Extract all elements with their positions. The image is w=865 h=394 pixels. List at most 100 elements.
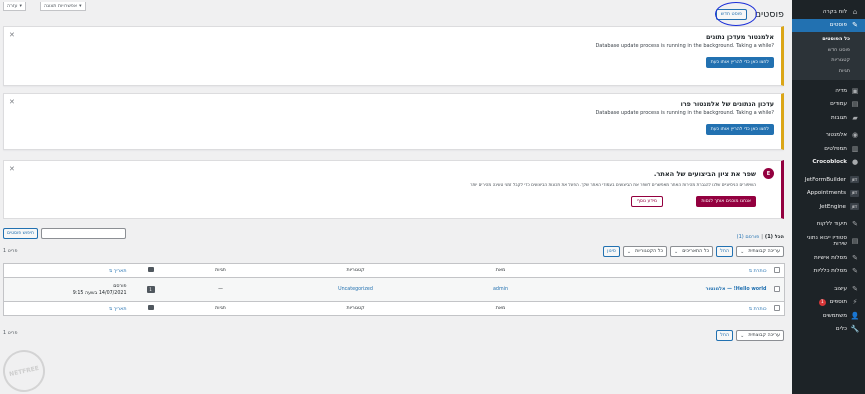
sort-icon: ⇅ (748, 267, 753, 273)
posts-submenu: כל הפוסטים פוסט חדש קטגוריות תגיות (792, 32, 865, 80)
filter-button[interactable]: סינון (603, 246, 620, 257)
column-comments-footer[interactable] (131, 302, 171, 316)
screen-options-button[interactable]: אפשרויות תצוגה ▾ (40, 2, 86, 11)
column-author-footer: מאת (495, 306, 506, 311)
sidebar-item-general[interactable]: ✎ מסלות כלליות (792, 265, 865, 279)
chevron-down-icon: ⌄ (740, 332, 745, 339)
pushpin-icon: ✎ (852, 21, 858, 30)
netfree-watermark: NETFREE (0, 346, 49, 394)
sidebar-item-posts[interactable]: ✎ פוסטים (792, 18, 865, 32)
filter-separator: | (761, 234, 763, 240)
sidebar-item-crocoblock[interactable]: ● Crocoblock (792, 156, 865, 170)
sidebar-item-label: מדיה (835, 87, 847, 94)
sidebar-item-plugins[interactable]: ⚡ תוספים 1 (792, 296, 865, 310)
page-title: פוסטים (754, 9, 784, 20)
run-update-button[interactable]: לחצו כאן כדי להריץ אותו כעת (705, 57, 774, 68)
notice-text: השיפורים הניסיוניים שלנו להגברת מהירות ה… (470, 182, 756, 187)
submenu-tags[interactable]: תגיות (792, 66, 865, 77)
elementor-icon: ◉ (851, 131, 859, 140)
general-icon: ✎ (852, 267, 858, 276)
post-title-cell: Hello world! — אלמנטור (561, 278, 771, 302)
sidebar-item-media[interactable]: ▣ מדיה (792, 84, 865, 98)
users-icon: 👤 (850, 311, 860, 320)
bulk-actions-select[interactable]: עריכה קבוצתית ⌄ (736, 246, 784, 257)
add-new-post-button[interactable]: פוסט חדש (715, 9, 747, 20)
sidebar-item-appearance[interactable]: ✎ עיצוב (792, 282, 865, 296)
post-status-filter: הכל (1) | פורסם (1) (737, 234, 784, 240)
table-row: Hello world! — אלמנטור admin Uncategoriz… (3, 277, 785, 302)
sidebar-item-label: תמפלטים (824, 145, 847, 152)
plugins-icon: ⚡ (852, 298, 858, 307)
notice-text: Database update process is running in th… (595, 110, 774, 116)
run-update-button[interactable]: לחצו כאן כדי להריץ אותו כעת (705, 124, 774, 135)
sidebar-item-client-docs[interactable]: ✎ תיעוד ללקוח (792, 218, 865, 232)
filter-published[interactable]: פורסם (1) (737, 234, 760, 240)
chevron-down-icon: ▾ (19, 3, 22, 9)
post-title-link[interactable]: Hello world! — אלמנטור (706, 287, 767, 292)
categories-select[interactable]: כל הקטגוריות ⌄ (622, 246, 668, 257)
post-date: 14/07/2021 בשעה 9:15 (72, 290, 127, 296)
apply-button[interactable]: החל (716, 246, 734, 257)
sidebar-item-label: מסלות אישיות (814, 254, 847, 261)
search-posts-button[interactable]: חיפוש פוסטים (3, 228, 39, 239)
sidebar-item-elementor[interactable]: ◉ אלמנטור (792, 129, 865, 143)
learn-more-button[interactable]: מידע נוסף (630, 196, 663, 207)
column-date-footer[interactable]: תאריך ⇅ (4, 302, 131, 316)
help-button[interactable]: עזרה ▾ (3, 2, 26, 11)
sidebar-item-label: תיעוד ללקוח (816, 221, 847, 228)
submenu-categories[interactable]: קטגוריות (792, 55, 865, 66)
column-date-header[interactable]: תאריך ⇅ (4, 264, 131, 278)
sidebar-item-tools[interactable]: 🔧 כלים (792, 323, 865, 337)
column-title-label: כותרת (753, 268, 767, 274)
sidebar-item-templates[interactable]: ▥ תמפלטים (792, 142, 865, 156)
sidebar-item-dashboard[interactable]: ⌂ לוח בקרה (792, 5, 865, 19)
comment-icon (147, 305, 154, 310)
notice-title: אלמנטור מעדכן נתונים (705, 33, 774, 41)
column-comments-header[interactable] (131, 264, 171, 278)
chevron-down-icon: ▾ (79, 3, 82, 9)
select-all-checkbox[interactable] (774, 266, 780, 273)
try-performance-button[interactable]: אנחנו מוכנים אותך לנסות (696, 196, 756, 207)
apply-button[interactable]: החל (716, 330, 734, 341)
sidebar-item-pages[interactable]: ▤ עמודים (792, 98, 865, 112)
column-title-header[interactable]: כותרת ⇅ (561, 264, 771, 278)
sidebar-item-jetengine[interactable]: JET JetEngine (792, 200, 865, 214)
sidebar-item-import-studio[interactable]: ▤ סטודיו ייבוא נתוני שירות (792, 231, 865, 251)
post-author-link[interactable]: admin (493, 287, 508, 292)
comment-icon (147, 267, 154, 272)
dates-select[interactable]: כל התאריכים ⌄ (670, 246, 714, 257)
sidebar-item-appointments[interactable]: JET Appointments (792, 187, 865, 201)
filter-all[interactable]: הכל (1) (765, 234, 784, 240)
select-all-checkbox[interactable] (774, 304, 780, 311)
sidebar-item-comments[interactable]: ▰ תגובות (792, 111, 865, 125)
sidebar-item-label: פוסטים (829, 22, 847, 29)
search-box: חיפוש פוסטים (3, 228, 127, 239)
notice-title: עדכון הנתונים של אלמנטור פרו (680, 100, 774, 108)
sidebar-item-jetformbuilder[interactable]: JET JetFormBuilder (792, 173, 865, 187)
comment-count-badge[interactable]: 1 (146, 286, 155, 293)
column-title-footer[interactable]: כותרת ⇅ (561, 302, 771, 316)
notice-title: שפר את ציון הביצועים של האתר. (653, 170, 756, 178)
sidebar-item-label: משתמשים (822, 312, 847, 319)
post-category-link[interactable]: Uncategorized (338, 287, 373, 292)
submenu-all-posts[interactable]: כל הפוסטים (792, 34, 865, 45)
submenu-add-new[interactable]: פוסט חדש (792, 45, 865, 56)
import-icon: ▤ (851, 237, 859, 245)
column-categories-footer: קטגוריות (346, 306, 365, 311)
tablenav-top: עריכה קבוצתית ⌄ החל כל התאריכים ⌄ כל הקטגו… (603, 246, 784, 257)
brush-icon: ✎ (852, 284, 858, 293)
chevron-down-icon: ⌄ (674, 248, 679, 255)
bulk-actions-select[interactable]: עריכה קבוצתית ⌄ (736, 330, 784, 341)
update-count-badge: 1 (818, 298, 826, 306)
dashboard-icon: ⌂ (852, 7, 858, 16)
chevron-down-icon: ⌄ (740, 248, 745, 255)
sidebar-item-users[interactable]: 👤 משתמשים (792, 309, 865, 323)
main-content: אפשרויות תצוגה ▾ עזרה ▾ פוסטים פוסט חדש אל… (0, 0, 792, 394)
sidebar-item-personal[interactable]: ✎ מסלות אישיות (792, 251, 865, 265)
search-input[interactable] (41, 228, 127, 239)
notice-elementor-update: אלמנטור מעדכן נתונים Database update pro… (3, 26, 784, 86)
close-icon[interactable]: ✕ (9, 98, 15, 106)
row-checkbox[interactable] (774, 285, 780, 292)
close-icon[interactable]: ✕ (9, 165, 15, 173)
close-icon[interactable]: ✕ (9, 31, 15, 39)
